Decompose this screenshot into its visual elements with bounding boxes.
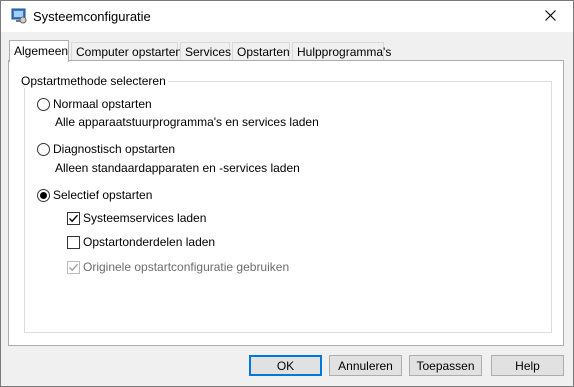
tab-computer-opstarten[interactable]: Computer opstarten <box>71 42 182 60</box>
window-title: Systeemconfiguratie <box>33 9 151 24</box>
apply-button[interactable]: Toepassen <box>409 355 482 376</box>
checkbox[interactable] <box>67 235 80 249</box>
ok-button[interactable]: OK <box>249 355 322 376</box>
radio-selective-startup[interactable]: Selectief opstarten <box>37 188 152 202</box>
diagnostic-startup-description: Alleen standaardapparaten en -services l… <box>55 161 300 175</box>
tab-hulpprogrammas[interactable]: Hulpprogramma's <box>292 42 391 60</box>
checkbox-use-original-boot-config: Originele opstartconfiguratie gebruiken <box>67 260 289 274</box>
radio-label: Normaal opstarten <box>53 97 152 111</box>
radio-label: Diagnostisch opstarten <box>53 142 176 156</box>
help-button[interactable]: Help <box>491 355 564 376</box>
checkbox-load-startup-items[interactable]: Opstartonderdelen laden <box>67 235 215 249</box>
checkbox-label: Originele opstartconfiguratie gebruiken <box>83 260 290 274</box>
msconfig-icon <box>11 8 27 24</box>
radio-diagnostic-startup[interactable]: Diagnostisch opstarten <box>37 142 175 156</box>
checkbox-label: Systeemservices laden <box>83 211 207 225</box>
close-button[interactable] <box>527 1 573 32</box>
checkbox-disabled <box>67 260 80 274</box>
radio-button[interactable] <box>37 142 50 156</box>
tab-opstarten[interactable]: Opstarten <box>232 42 290 60</box>
group-label: Opstartmethode selecteren <box>19 74 168 88</box>
checkbox-load-system-services[interactable]: Systeemservices laden <box>67 211 206 225</box>
cancel-button[interactable]: Annuleren <box>329 355 402 376</box>
checkmark-icon <box>69 263 79 271</box>
system-config-window: Systeemconfiguratie Algemeen Computer op… <box>0 0 574 387</box>
radio-button[interactable] <box>37 97 50 111</box>
close-icon <box>544 9 556 24</box>
normal-startup-description: Alle apparaatstuurprogramma's en service… <box>55 115 319 129</box>
radio-button-selected[interactable] <box>37 188 50 202</box>
checkbox-label: Opstartonderdelen laden <box>83 235 216 249</box>
general-panel: Opstartmethode selecteren Normaal opstar… <box>8 60 564 346</box>
checkbox[interactable] <box>67 211 80 225</box>
tab-algemeen[interactable]: Algemeen <box>9 40 69 62</box>
radio-label: Selectief opstarten <box>53 188 153 202</box>
tab-services[interactable]: Services <box>180 42 231 60</box>
title-bar: Systeemconfiguratie <box>1 1 573 32</box>
checkmark-icon <box>69 214 79 222</box>
radio-normal-startup[interactable]: Normaal opstarten <box>37 97 152 111</box>
